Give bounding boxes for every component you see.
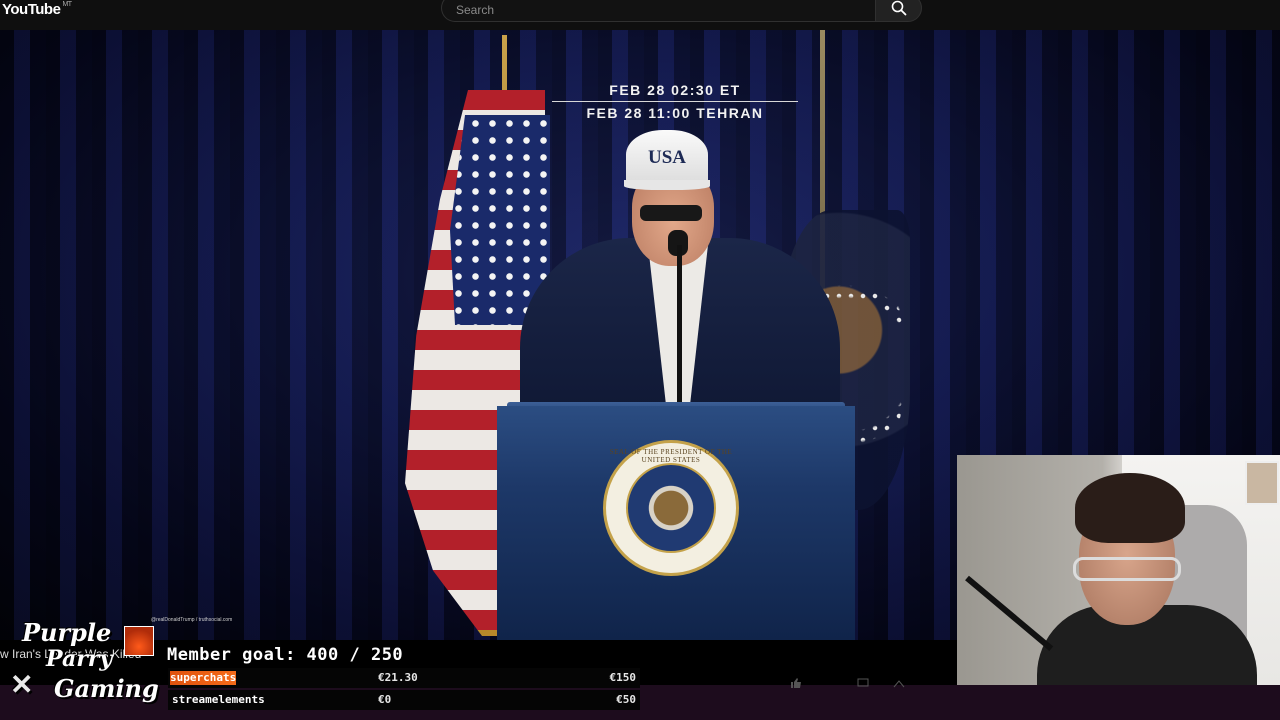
streamer-hair <box>1075 473 1185 543</box>
donation-goal: €50 <box>616 693 636 706</box>
donation-goals: superchats €21.30 €150 streamelements €0… <box>168 668 640 712</box>
member-goal: Member goal: 400 / 250 <box>167 645 404 665</box>
like-icon[interactable] <box>790 678 802 688</box>
donation-amount: €21.30 <box>378 671 418 684</box>
speaker-sunglasses <box>640 205 702 221</box>
share-icon[interactable] <box>893 678 905 688</box>
logo-line-3: Gaming <box>54 674 159 703</box>
search-icon <box>891 0 906 16</box>
donation-goal: €150 <box>609 671 637 684</box>
video-credit: @realDonaldTrump / truthsocial.com <box>151 617 233 623</box>
search-box[interactable] <box>441 0 875 22</box>
mic-arm <box>965 575 1054 652</box>
logo-line-1: Purple <box>22 618 112 647</box>
donation-amount: €0 <box>378 693 392 706</box>
flame-shield-icon <box>124 626 154 656</box>
comment-icon[interactable] <box>857 678 869 688</box>
crossed-swords-icon: ✕ <box>10 668 34 701</box>
video-action-controls[interactable] <box>790 678 905 690</box>
logo-text: YouTube <box>2 1 61 18</box>
cap-text: USA <box>647 146 686 168</box>
webcam-feed <box>957 455 1280 685</box>
timestamp-et: FEB 28 02:30 ET <box>552 82 798 102</box>
cam-wall-picture <box>1245 461 1279 505</box>
cap-brim <box>624 180 710 190</box>
search-input[interactable] <box>454 2 858 18</box>
search-button[interactable] <box>875 0 922 22</box>
seal-eagle <box>626 463 716 553</box>
top-bar: YouTube MT <box>0 0 1280 30</box>
channel-logo: Purple Parry ✕ Gaming <box>6 618 162 712</box>
logo-region: MT <box>62 1 72 8</box>
donation-source: superchats <box>170 671 237 685</box>
logo-line-2: Parry <box>46 646 113 672</box>
donation-row-streamelements: streamelements €0 €50 <box>168 690 640 710</box>
seal-text: SEAL OF THE PRESIDENT OF THE UNITED STAT… <box>609 448 733 464</box>
timestamp-overlay: FEB 28 02:30 ET FEB 28 11:00 TEHRAN <box>552 82 798 121</box>
timestamp-tehran: FEB 28 11:00 TEHRAN <box>586 105 764 121</box>
donation-source: streamelements <box>172 693 265 706</box>
streamer-glasses <box>1073 557 1181 581</box>
donation-row-superchats: superchats €21.30 €150 <box>168 668 640 688</box>
youtube-logo[interactable]: YouTube MT <box>2 1 72 18</box>
speaker-cap: USA <box>626 130 708 185</box>
